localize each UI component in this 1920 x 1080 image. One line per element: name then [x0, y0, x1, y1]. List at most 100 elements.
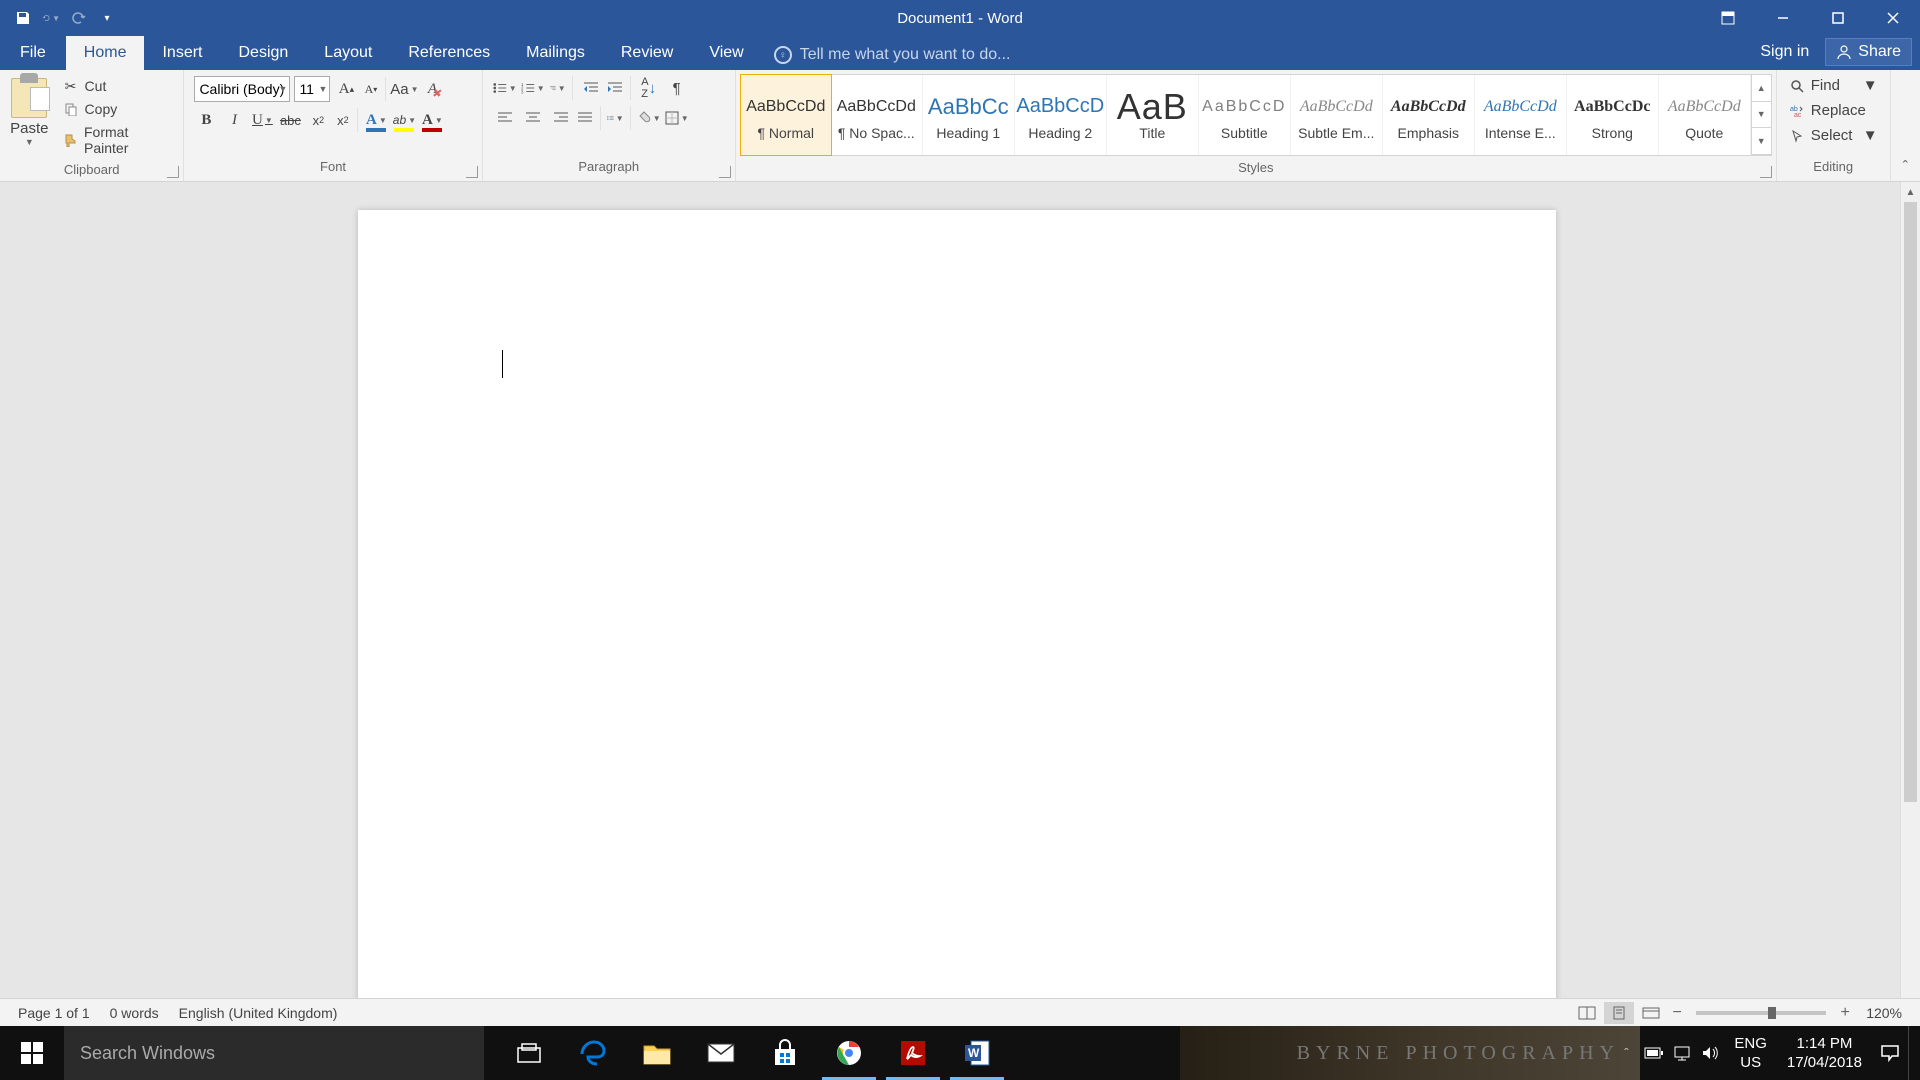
- align-right-button[interactable]: [549, 106, 573, 130]
- tab-review[interactable]: Review: [603, 36, 691, 70]
- task-view-icon[interactable]: [498, 1026, 560, 1080]
- undo-icon[interactable]: ▼: [42, 9, 60, 27]
- gallery-up-icon[interactable]: ▲: [1752, 75, 1771, 102]
- font-launcher-icon[interactable]: [466, 166, 478, 178]
- show-desktop-button[interactable]: [1908, 1026, 1916, 1080]
- underline-button[interactable]: U▼: [250, 108, 274, 132]
- page[interactable]: [358, 210, 1556, 1040]
- styles-launcher-icon[interactable]: [1760, 166, 1772, 178]
- tab-file[interactable]: File: [0, 36, 66, 70]
- superscript-button[interactable]: x2: [334, 108, 358, 132]
- strikethrough-button[interactable]: abc: [278, 108, 302, 132]
- clipboard-launcher-icon[interactable]: [167, 166, 179, 178]
- line-spacing-button[interactable]: ▼: [607, 106, 631, 130]
- tell-me-search[interactable]: ♀ Tell me what you want to do...: [774, 46, 1011, 70]
- bold-button[interactable]: B: [194, 108, 218, 132]
- tab-home[interactable]: Home: [66, 36, 145, 70]
- share-button[interactable]: Share: [1825, 38, 1912, 66]
- tab-design[interactable]: Design: [220, 36, 306, 70]
- style-strong[interactable]: AaBbCcDcStrong: [1567, 75, 1659, 155]
- mail-icon[interactable]: [690, 1026, 752, 1080]
- borders-button[interactable]: ▼: [665, 106, 689, 130]
- paste-button[interactable]: Paste ▼: [6, 74, 53, 158]
- web-layout-icon[interactable]: [1636, 1002, 1666, 1024]
- acrobat-icon[interactable]: [882, 1026, 944, 1080]
- store-icon[interactable]: [754, 1026, 816, 1080]
- align-left-button[interactable]: [493, 106, 517, 130]
- minimize-icon[interactable]: [1755, 0, 1810, 36]
- tab-insert[interactable]: Insert: [144, 36, 220, 70]
- start-button[interactable]: [0, 1026, 64, 1080]
- bullets-button[interactable]: ▼: [493, 76, 517, 100]
- style-subtitle[interactable]: AaBbCcDSubtitle: [1199, 75, 1291, 155]
- zoom-level[interactable]: 120%: [1856, 1005, 1912, 1021]
- zoom-out-button[interactable]: −: [1668, 1004, 1686, 1022]
- align-center-button[interactable]: [521, 106, 545, 130]
- tray-clock[interactable]: 1:14 PM17/04/2018: [1777, 1034, 1872, 1073]
- shading-button[interactable]: ▼: [637, 106, 661, 130]
- tab-view[interactable]: View: [691, 36, 761, 70]
- zoom-in-button[interactable]: +: [1836, 1004, 1854, 1022]
- clear-formatting-button[interactable]: A✖: [420, 77, 444, 101]
- tab-references[interactable]: References: [390, 36, 508, 70]
- style-emphasis[interactable]: AaBbCcDdEmphasis: [1383, 75, 1475, 155]
- font-size-combo[interactable]: 11▼: [294, 76, 330, 102]
- scroll-thumb[interactable]: [1904, 202, 1917, 802]
- decrease-indent-button[interactable]: [579, 76, 603, 100]
- change-case-button[interactable]: Aa▼: [392, 77, 416, 101]
- replace-button[interactable]: abacReplace: [1785, 99, 1882, 122]
- copy-button[interactable]: Copy: [59, 99, 178, 119]
- style-intense-e-[interactable]: AaBbCcDdIntense E...: [1475, 75, 1567, 155]
- cut-button[interactable]: ✂Cut: [59, 76, 178, 96]
- chrome-icon[interactable]: [818, 1026, 880, 1080]
- show-marks-button[interactable]: ¶: [665, 76, 689, 100]
- numbering-button[interactable]: 123▼: [521, 76, 545, 100]
- style-quote[interactable]: AaBbCcDdQuote: [1659, 75, 1751, 155]
- volume-icon[interactable]: [1696, 1026, 1724, 1080]
- style-title[interactable]: AaBTitle: [1107, 75, 1199, 155]
- taskbar-search[interactable]: Search Windows: [64, 1026, 484, 1080]
- redo-icon[interactable]: [70, 9, 88, 27]
- action-center-icon[interactable]: [1872, 1026, 1908, 1080]
- sort-button[interactable]: AZ↓: [637, 76, 661, 100]
- scroll-up-icon[interactable]: ▲: [1901, 182, 1920, 202]
- paragraph-launcher-icon[interactable]: [719, 166, 731, 178]
- zoom-thumb[interactable]: [1768, 1007, 1776, 1019]
- format-painter-button[interactable]: Format Painter: [59, 122, 178, 158]
- style--normal[interactable]: AaBbCcDd¶ Normal: [740, 74, 832, 156]
- style-heading-1[interactable]: AaBbCcHeading 1: [923, 75, 1015, 155]
- word-icon[interactable]: W: [946, 1026, 1008, 1080]
- select-button[interactable]: Select▼: [1785, 124, 1882, 147]
- gallery-more-icon[interactable]: ▼: [1752, 128, 1771, 155]
- save-icon[interactable]: [14, 9, 32, 27]
- multilevel-list-button[interactable]: ▼: [549, 76, 573, 100]
- maximize-icon[interactable]: [1810, 0, 1865, 36]
- read-mode-icon[interactable]: [1572, 1002, 1602, 1024]
- zoom-slider[interactable]: [1696, 1011, 1826, 1015]
- gallery-down-icon[interactable]: ▼: [1752, 102, 1771, 129]
- highlight-button[interactable]: ab▼: [392, 108, 416, 132]
- shrink-font-button[interactable]: A▾: [362, 77, 386, 101]
- close-icon[interactable]: [1865, 0, 1920, 36]
- text-effects-button[interactable]: A▼: [364, 108, 388, 132]
- increase-indent-button[interactable]: [607, 76, 631, 100]
- font-color-button[interactable]: A▼: [420, 108, 444, 132]
- sign-in-link[interactable]: Sign in: [1750, 39, 1819, 65]
- style-heading-2[interactable]: AaBbCcDHeading 2: [1015, 75, 1107, 155]
- ribbon-display-icon[interactable]: [1700, 0, 1755, 36]
- style--no-spac-[interactable]: AaBbCcDd¶ No Spac...: [831, 75, 923, 155]
- tab-layout[interactable]: Layout: [306, 36, 390, 70]
- grow-font-button[interactable]: A▴: [334, 77, 358, 101]
- battery-icon[interactable]: [1640, 1026, 1668, 1080]
- document-area[interactable]: [0, 182, 1900, 1040]
- subscript-button[interactable]: x2: [306, 108, 330, 132]
- file-explorer-icon[interactable]: [626, 1026, 688, 1080]
- find-button[interactable]: Find▼: [1785, 74, 1882, 97]
- tray-language[interactable]: ENGUS: [1724, 1034, 1777, 1073]
- edge-icon[interactable]: [562, 1026, 624, 1080]
- status-words[interactable]: 0 words: [100, 1005, 169, 1021]
- status-page[interactable]: Page 1 of 1: [8, 1005, 100, 1021]
- vertical-scrollbar[interactable]: ▲ ▼: [1900, 182, 1920, 1040]
- italic-button[interactable]: I: [222, 108, 246, 132]
- style-subtle-em-[interactable]: AaBbCcDdSubtle Em...: [1291, 75, 1383, 155]
